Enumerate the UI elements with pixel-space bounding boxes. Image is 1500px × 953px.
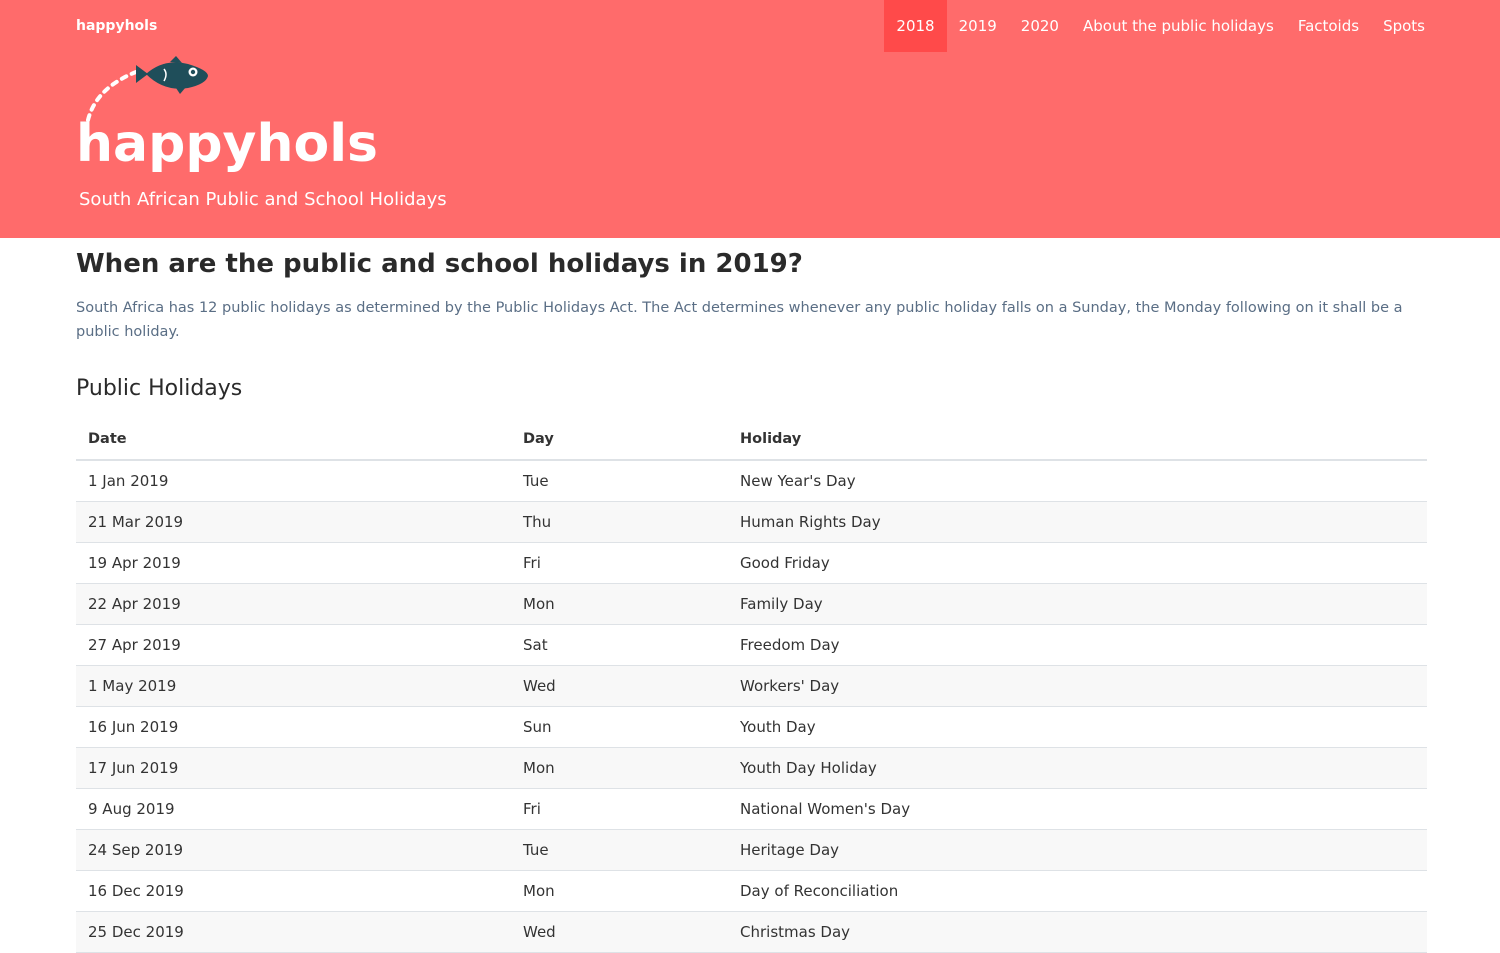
cell-day: Wed (511, 665, 728, 707)
table-row: 24 Sep 2019 Tue Heritage Day (76, 829, 1427, 871)
cell-holiday: New Year's Day (728, 460, 1427, 502)
cell-date: 25 Dec 2019 (76, 911, 511, 953)
cell-day: Thu (511, 501, 728, 543)
cell-date: 16 Jun 2019 (76, 706, 511, 748)
cell-date: 21 Mar 2019 (76, 501, 511, 543)
cell-day: Fri (511, 542, 728, 584)
table-row: 27 Apr 2019 Sat Freedom Day (76, 624, 1427, 666)
column-header-holiday: Holiday (728, 419, 1427, 461)
cell-holiday: Day of Reconciliation (728, 870, 1427, 912)
cell-day: Mon (511, 583, 728, 625)
cell-date: 17 Jun 2019 (76, 747, 511, 789)
table-row: 16 Dec 2019 Mon Day of Reconciliation (76, 870, 1427, 912)
cell-day: Sat (511, 624, 728, 666)
cell-date: 1 Jan 2019 (76, 460, 511, 502)
intro-text: South Africa has 12 public holidays as d… (76, 300, 1403, 340)
table-row: 21 Mar 2019 Thu Human Rights Day (76, 501, 1427, 543)
cell-holiday: Youth Day Holiday (728, 747, 1427, 789)
table-header-row: Date Day Holiday (76, 419, 1427, 461)
table-row: 9 Aug 2019 Fri National Women's Day (76, 788, 1427, 830)
nav-item-spots[interactable]: Spots (1371, 0, 1437, 52)
cell-holiday: Youth Day (728, 706, 1427, 748)
cell-day: Sun (511, 706, 728, 748)
logo-text: happyhols (76, 114, 378, 174)
table-row: 22 Apr 2019 Mon Family Day (76, 583, 1427, 625)
table-row: 16 Jun 2019 Sun Youth Day (76, 706, 1427, 748)
public-holidays-table: Date Day Holiday 1 Jan 2019 Tue New Year… (76, 419, 1427, 953)
cell-holiday: Human Rights Day (728, 501, 1427, 543)
nav-item-factoids[interactable]: Factoids (1286, 0, 1371, 52)
cell-holiday: Workers' Day (728, 665, 1427, 707)
nav-item-2019[interactable]: 2019 (947, 0, 1009, 52)
cell-day: Fri (511, 788, 728, 830)
cell-holiday: Heritage Day (728, 829, 1427, 871)
column-header-date: Date (76, 419, 511, 461)
site-header: happyhols 2018 2019 2020 About the publi… (0, 0, 1500, 238)
cell-day: Mon (511, 870, 728, 912)
table-row: 1 Jan 2019 Tue New Year's Day (76, 460, 1427, 502)
nav-item-about[interactable]: About the public holidays (1071, 0, 1286, 52)
cell-date: 16 Dec 2019 (76, 870, 511, 912)
cell-day: Tue (511, 829, 728, 871)
cell-date: 27 Apr 2019 (76, 624, 511, 666)
cell-holiday: Christmas Day (728, 911, 1427, 953)
cell-day: Tue (511, 460, 728, 502)
column-header-day: Day (511, 419, 728, 461)
cell-date: 9 Aug 2019 (76, 788, 511, 830)
cell-holiday: Family Day (728, 583, 1427, 625)
cell-holiday: National Women's Day (728, 788, 1427, 830)
cell-holiday: Good Friday (728, 542, 1427, 584)
cell-date: 22 Apr 2019 (76, 583, 511, 625)
nav-item-2018[interactable]: 2018 (884, 0, 947, 52)
main-nav: 2018 2019 2020 About the public holidays… (884, 0, 1437, 52)
cell-holiday: Freedom Day (728, 624, 1427, 666)
cell-date: 1 May 2019 (76, 665, 511, 707)
tagline: South African Public and School Holidays (79, 189, 447, 210)
page-title: When are the public and school holidays … (76, 249, 803, 279)
navbar-brand[interactable]: happyhols (76, 16, 157, 36)
section-title: Public Holidays (76, 376, 243, 401)
table-row: 19 Apr 2019 Fri Good Friday (76, 542, 1427, 584)
cell-date: 19 Apr 2019 (76, 542, 511, 584)
table-row: 25 Dec 2019 Wed Christmas Day (76, 911, 1427, 953)
cell-day: Wed (511, 911, 728, 953)
table-row: 17 Jun 2019 Mon Youth Day Holiday (76, 747, 1427, 789)
nav-item-2020[interactable]: 2020 (1009, 0, 1071, 52)
cell-date: 24 Sep 2019 (76, 829, 511, 871)
table-row: 1 May 2019 Wed Workers' Day (76, 665, 1427, 707)
cell-day: Mon (511, 747, 728, 789)
site-logo[interactable]: happyhols (74, 48, 378, 188)
